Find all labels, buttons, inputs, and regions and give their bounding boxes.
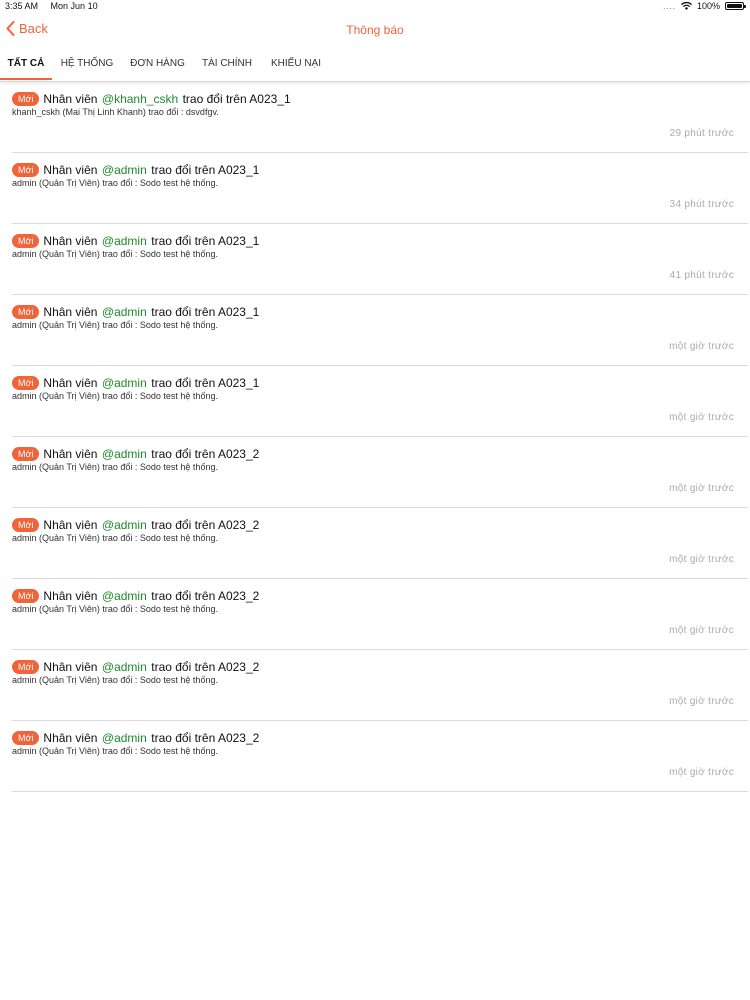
notification-detail: khanh_cskh (Mai Thị Linh Khanh) trao đổi… [12,107,219,117]
notification-suffix: trao đổi trên A023_2 [151,447,260,461]
notification-headline: Mới Nhân viên @admin trao đổi trên A023_… [12,587,259,605]
notification-item[interactable]: Mới Nhân viên @admin trao đổi trên A023_… [12,153,748,224]
notification-list: Mới Nhân viên @khanh_cskh trao đổi trên … [0,82,750,792]
notification-mention[interactable]: @admin [102,376,147,390]
notification-time: một giờ trước [669,696,734,707]
notification-prefix: Nhân viên [43,305,98,319]
status-time: 3:35 AM [5,1,39,11]
new-badge: Mới [12,376,40,390]
notification-headline: Mới Nhân viên @admin trao đổi trên A023_… [12,374,259,392]
notification-mention[interactable]: @admin [102,163,147,177]
notification-item[interactable]: Mới Nhân viên @admin trao đổi trên A023_… [12,508,748,579]
notification-item[interactable]: Mới Nhân viên @admin trao đổi trên A023_… [12,366,748,437]
notification-detail: admin (Quản Trị Viên) trao đổi : Sodo te… [12,604,218,614]
notification-prefix: Nhân viên [43,731,98,745]
notification-headline: Mới Nhân viên @admin trao đổi trên A023_… [12,445,259,463]
notification-detail: admin (Quản Trị Viên) trao đổi : Sodo te… [12,533,218,543]
notification-mention[interactable]: @khanh_cskh [102,92,178,106]
notification-mention[interactable]: @admin [102,447,147,461]
notification-headline: Mới Nhân viên @admin trao đổi trên A023_… [12,516,259,534]
tab-orders[interactable]: ĐƠN HÀNG [125,48,190,80]
notification-prefix: Nhân viên [43,589,98,603]
notification-suffix: trao đổi trên A023_1 [151,376,260,390]
notification-item[interactable]: Mới Nhân viên @admin trao đổi trên A023_… [12,650,748,721]
new-badge: Mới [12,447,40,461]
notification-mention[interactable]: @admin [102,234,147,248]
notification-time: 29 phút trước [669,128,734,139]
notification-suffix: trao đổi trên A023_1 [151,163,260,177]
notification-prefix: Nhân viên [43,234,98,248]
wifi-icon [680,2,692,10]
notification-item[interactable]: Mới Nhân viên @admin trao đổi trên A023_… [12,437,748,508]
navigation-bar: Back Thông báo [0,14,750,48]
new-badge: Mới [12,92,40,106]
new-badge: Mới [12,518,40,532]
notification-time: 34 phút trước [669,199,734,210]
tab-system[interactable]: HỆ THỐNG [56,48,118,80]
notification-item[interactable]: Mới Nhân viên @admin trao đổi trên A023_… [12,295,748,366]
notification-time: một giờ trước [669,554,734,565]
notification-suffix: trao đổi trên A023_2 [151,518,260,532]
new-badge: Mới [12,234,40,248]
tab-finance[interactable]: TÀI CHÍNH [196,48,258,80]
notification-headline: Mới Nhân viên @admin trao đổi trên A023_… [12,729,259,747]
notification-time: một giờ trước [669,412,734,423]
notification-suffix: trao đổi trên A023_1 [151,305,260,319]
status-bar: 3:35 AM Mon Jun 10 .... 100% [0,0,750,14]
battery-icon [725,2,746,10]
battery-percent: 100% [696,1,720,11]
new-badge: Mới [12,660,40,674]
notification-prefix: Nhân viên [43,163,98,177]
notification-item[interactable]: Mới Nhân viên @admin trao đổi trên A023_… [12,579,748,650]
notification-detail: admin (Quản Trị Viên) trao đổi : Sodo te… [12,391,218,401]
tab-all[interactable]: TẤT CẢ [0,48,52,80]
notification-item[interactable]: Mới Nhân viên @admin trao đổi trên A023_… [12,224,748,295]
tab-bar: TẤT CẢ HỆ THỐNG ĐƠN HÀNG TÀI CHÍNH KHIẾU… [0,48,750,82]
notification-headline: Mới Nhân viên @admin trao đổi trên A023_… [12,658,259,676]
notification-time: một giờ trước [669,767,734,778]
notification-time: một giờ trước [669,625,734,636]
notification-headline: Mới Nhân viên @admin trao đổi trên A023_… [12,161,259,179]
status-right: .... 100% [663,1,746,11]
notification-suffix: trao đổi trên A023_2 [151,731,260,745]
notification-prefix: Nhân viên [43,376,98,390]
notification-suffix: trao đổi trên A023_1 [182,92,291,106]
notification-suffix: trao đổi trên A023_1 [151,234,260,248]
notification-suffix: trao đổi trên A023_2 [151,660,260,674]
notifications-screen: 3:35 AM Mon Jun 10 .... 100% Back Thông … [0,0,750,1000]
notification-detail: admin (Quản Trị Viên) trao đổi : Sodo te… [12,178,218,188]
page-title: Thông báo [346,23,404,37]
tab-complaints[interactable]: KHIẾU NẠI [265,48,327,80]
notification-detail: admin (Quản Trị Viên) trao đổi : Sodo te… [12,675,218,685]
notification-headline: Mới Nhân viên @admin trao đổi trên A023_… [12,232,259,250]
notification-mention[interactable]: @admin [102,731,147,745]
notification-prefix: Nhân viên [43,447,98,461]
notification-mention[interactable]: @admin [102,660,147,674]
signal-icon: .... [663,1,676,11]
status-date: Mon Jun 10 [50,1,98,11]
new-badge: Mới [12,163,40,177]
notification-prefix: Nhân viên [43,660,98,674]
new-badge: Mới [12,305,40,319]
notification-detail: admin (Quản Trị Viên) trao đổi : Sodo te… [12,320,218,330]
notification-headline: Mới Nhân viên @admin trao đổi trên A023_… [12,303,259,321]
notification-mention[interactable]: @admin [102,518,147,532]
notification-mention[interactable]: @admin [102,589,147,603]
notification-headline: Mới Nhân viên @khanh_cskh trao đổi trên … [12,90,291,108]
notification-prefix: Nhân viên [43,518,98,532]
notification-detail: admin (Quản Trị Viên) trao đổi : Sodo te… [12,462,218,472]
notification-time: 41 phút trước [669,270,734,281]
notification-time: một giờ trước [669,341,734,352]
new-badge: Mới [12,589,40,603]
notification-suffix: trao đổi trên A023_2 [151,589,260,603]
notification-item[interactable]: Mới Nhân viên @admin trao đổi trên A023_… [12,721,748,792]
notification-prefix: Nhân viên [43,92,98,106]
notification-detail: admin (Quản Trị Viên) trao đổi : Sodo te… [12,746,218,756]
status-left: 3:35 AM Mon Jun 10 [5,1,108,11]
notification-mention[interactable]: @admin [102,305,147,319]
notification-time: một giờ trước [669,483,734,494]
notification-detail: admin (Quản Trị Viên) trao đổi : Sodo te… [12,249,218,259]
new-badge: Mới [12,731,40,745]
notification-item[interactable]: Mới Nhân viên @khanh_cskh trao đổi trên … [12,82,748,153]
